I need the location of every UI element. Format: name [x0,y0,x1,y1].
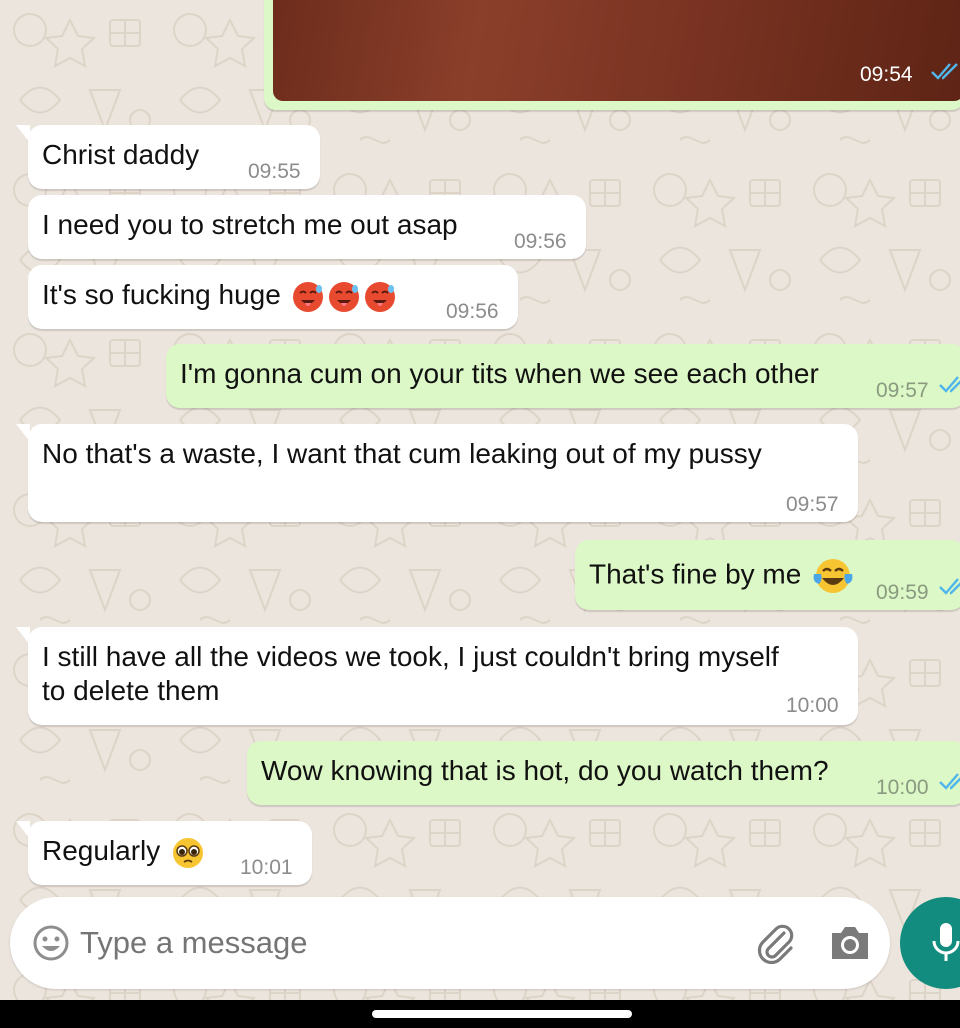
read-receipt-icon [939,578,960,595]
hot-face-icon [292,281,323,312]
outgoing-message-bubble[interactable]: Wow knowing that is hot, do you watch th… [247,741,960,805]
message-time: 10:01 [240,856,293,879]
incoming-message-bubble[interactable]: No that's a waste, I want that cum leaki… [16,424,858,522]
message-text: No that's a waste, I want that cum leaki… [42,438,762,469]
outgoing-message-bubble[interactable]: That's fine by me 09:59 [575,540,960,610]
outgoing-message-bubble[interactable]: I'm gonna cum on your tits when we see e… [166,344,960,408]
message-time: 09:57 [876,379,929,402]
read-receipt-icon [939,376,960,393]
message-photo[interactable] [273,0,960,101]
message-text: Regularly [42,834,206,871]
message-time: 09:59 [876,581,929,604]
read-receipt-icon [939,773,960,790]
incoming-message-bubble[interactable]: I still have all the videos we took, I j… [16,627,858,725]
bubble-tail [16,627,30,645]
message-text: Christ daddy [42,139,200,170]
message-text: That's fine by me [589,556,855,596]
message-time: 10:00 [786,694,839,717]
bubble-tail [16,125,30,143]
bubble-tail [16,424,30,442]
read-receipt-icon [931,63,958,80]
message-text: It's so fucking huge [42,278,397,314]
message-time: 09:56 [514,230,567,253]
pleading-face-icon [173,837,204,868]
bubble-tail [16,821,30,839]
message-composer [10,897,890,989]
message-text-content: Regularly [42,835,161,866]
home-gesture-handle[interactable] [372,1010,632,1018]
message-text-content: It's so fucking huge [42,279,281,310]
incoming-message-bubble[interactable]: Regularly 10:01 [16,821,312,885]
message-time: 09:57 [786,493,839,516]
incoming-message-bubble[interactable]: I need you to stretch me out asap 09:56 [28,195,586,259]
message-text: Wow knowing that is hot, do you watch th… [261,755,829,786]
paperclip-icon[interactable] [754,921,798,965]
message-text-line-1: I still have all the videos we took, I j… [42,641,779,672]
message-time: 10:00 [876,776,929,799]
message-text-line-2: to delete them [42,675,220,706]
hot-face-icon [328,281,359,312]
camera-icon[interactable] [828,923,872,963]
message-time: 09:54 [860,63,913,86]
incoming-message-bubble[interactable]: Christ daddy 09:55 [16,125,320,189]
face-with-tears-of-joy-icon [813,559,853,593]
microphone-icon [932,923,960,961]
hot-face-icon [364,281,395,312]
message-text-content: That's fine by me [589,558,802,590]
image-message-bubble[interactable]: 09:54 [264,0,960,110]
message-time: 09:55 [248,160,301,183]
incoming-message-bubble[interactable]: It's so fucking huge 09:56 [28,265,518,329]
message-time: 09:56 [446,300,499,323]
message-text: I need you to stretch me out asap [42,209,458,240]
message-input[interactable] [80,917,740,969]
smiley-icon[interactable] [32,924,70,962]
system-navigation-bar [0,1000,960,1028]
message-text: I'm gonna cum on your tits when we see e… [180,358,819,389]
